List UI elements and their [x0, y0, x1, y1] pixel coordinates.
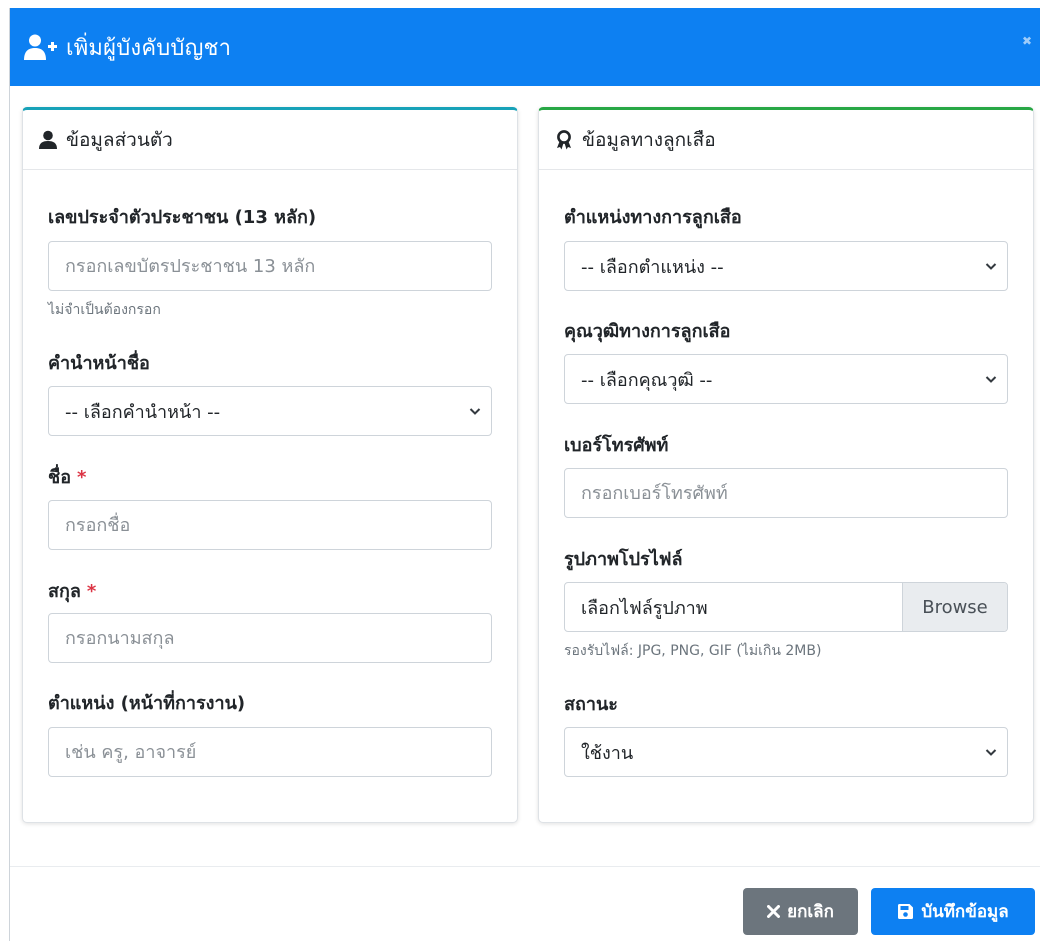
scout-info-card: ข้อมูลทางลูกเสือ ตำแหน่งทางการลูกเสือ --…: [538, 107, 1034, 823]
id-number-input[interactable]: [48, 241, 492, 291]
required-mark: *: [77, 467, 87, 488]
status-label: สถานะ: [564, 694, 618, 715]
chevron-down-icon: [985, 376, 997, 383]
footer-divider: [10, 866, 1040, 867]
first-name-input[interactable]: [48, 500, 492, 550]
user-icon: [38, 130, 58, 150]
modal-title: เพิ่มผู้บังคับบัญชา: [66, 35, 232, 61]
last-name-label: สกุล *: [48, 581, 97, 602]
phone-input[interactable]: [564, 468, 1008, 518]
personal-info-card: ข้อมูลส่วนตัว เลขประจำตัวประชาชน (13 หลั…: [22, 107, 518, 823]
save-button[interactable]: บันทึกข้อมูล: [871, 888, 1035, 935]
user-plus-icon: [24, 33, 58, 61]
status-selected: ใช้งาน: [581, 742, 634, 764]
qualification-select[interactable]: -- เลือกคุณวุฒิ --: [564, 354, 1008, 404]
cancel-label: ยกเลิก: [787, 902, 834, 922]
last-name-input[interactable]: [48, 613, 492, 663]
required-mark: *: [86, 581, 97, 602]
save-label: บันทึกข้อมูล: [921, 902, 1009, 922]
add-supervisor-modal: เพิ่มผู้บังคับบัญชา ✖ ข้อมูลส่วนตัว เลขป…: [9, 8, 1040, 941]
status-select[interactable]: ใช้งาน: [564, 727, 1008, 777]
id-number-help: ไม่จำเป็นต้องกรอก: [48, 302, 161, 318]
award-icon: [554, 129, 574, 150]
prefix-label: คำนำหน้าชื่อ: [48, 353, 150, 374]
photo-label: รูปภาพโปรไฟล์: [564, 549, 683, 570]
phone-label: เบอร์โทรศัพท์: [564, 435, 669, 456]
scout-info-header: ข้อมูลทางลูกเสือ: [539, 110, 1033, 170]
qualification-label: คุณวุฒิทางการลูกเสือ: [564, 321, 731, 342]
save-icon: [898, 904, 914, 919]
personal-info-header: ข้อมูลส่วนตัว: [23, 110, 517, 170]
qualification-selected: -- เลือกคุณวุฒิ --: [581, 369, 713, 391]
position-input[interactable]: [48, 727, 492, 777]
photo-file-text: เลือกไฟล์รูปภาพ: [581, 597, 708, 619]
photo-help: รองรับไฟล์: JPG, PNG, GIF (ไม่เกิน 2MB): [564, 643, 822, 659]
prefix-selected: -- เลือกคำนำหน้า --: [65, 401, 221, 423]
position-label: ตำแหน่ง (หน้าที่การงาน): [48, 693, 246, 714]
scout-position-label: ตำแหน่งทางการลูกเสือ: [564, 207, 742, 228]
chevron-down-icon: [469, 408, 481, 415]
cancel-button[interactable]: ยกเลิก: [743, 888, 858, 935]
id-number-label: เลขประจำตัวประชาชน (13 หลัก): [48, 207, 317, 228]
close-button[interactable]: ✖: [1020, 34, 1034, 48]
browse-button[interactable]: Browse: [902, 583, 1007, 631]
scout-position-select[interactable]: -- เลือกตำแหน่ง --: [564, 241, 1008, 291]
chevron-down-icon: [985, 749, 997, 756]
close-icon: [767, 905, 781, 918]
scout-position-selected: -- เลือกตำแหน่ง --: [581, 256, 724, 278]
modal-header: เพิ่มผู้บังคับบัญชา ✖: [10, 8, 1040, 86]
prefix-select[interactable]: -- เลือกคำนำหน้า --: [48, 386, 492, 436]
first-name-label: ชื่อ *: [48, 467, 87, 488]
personal-info-title: ข้อมูลส่วนตัว: [66, 128, 173, 151]
chevron-down-icon: [985, 263, 997, 270]
photo-file-input[interactable]: เลือกไฟล์รูปภาพ Browse: [564, 582, 1008, 632]
scout-info-title: ข้อมูลทางลูกเสือ: [582, 128, 716, 151]
